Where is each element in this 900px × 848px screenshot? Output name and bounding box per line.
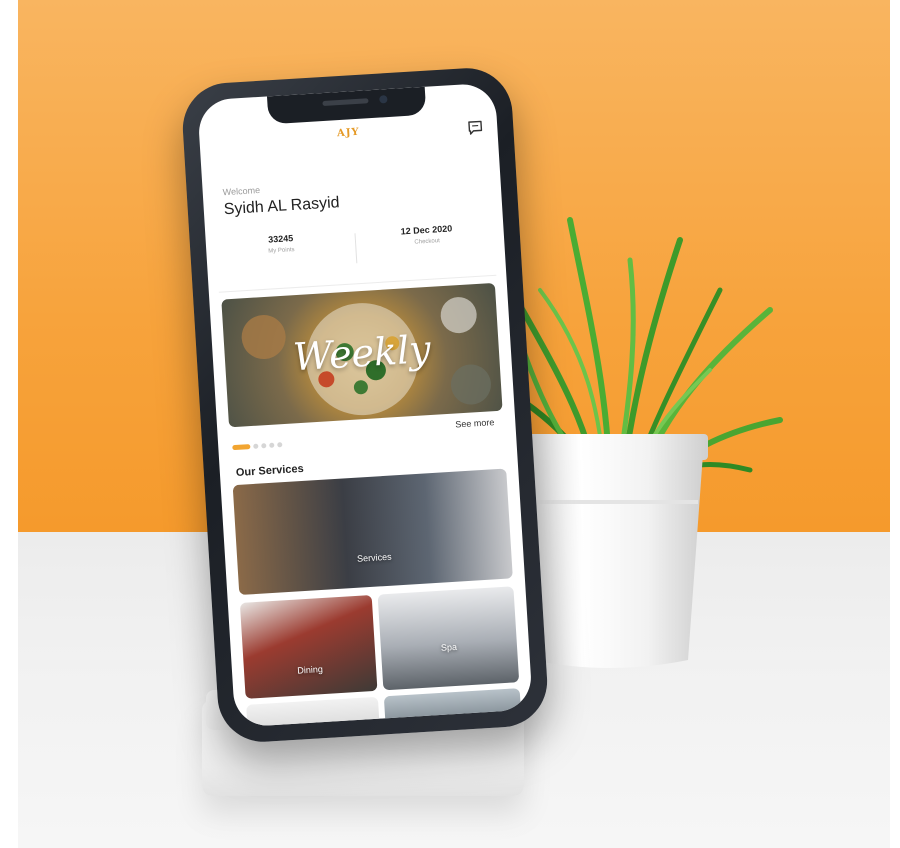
phone-frame: AJY Welcome Syidh AL Rasyid 33245 My Poi… — [180, 65, 550, 745]
service-tile-partial[interactable] — [383, 688, 522, 727]
dining-tile-label: Dining — [297, 664, 324, 676]
dining-tile[interactable]: Dining — [239, 594, 378, 699]
services-tile-label: Services — [356, 551, 392, 564]
carousel-dot[interactable] — [277, 442, 283, 448]
spa-tile[interactable]: Spa — [377, 586, 520, 691]
app-logo: AJY — [332, 127, 365, 151]
carousel-dot[interactable] — [269, 442, 275, 449]
app-logo-text: AJY — [336, 126, 360, 140]
checkout-stat: 12 Dec 2020 Checkout — [361, 221, 492, 249]
service-tile-partial[interactable] — [246, 696, 380, 728]
user-name: Syidh AL Rasyid — [223, 194, 341, 219]
speaker-grille — [322, 98, 369, 107]
stats-row: 33245 My Points 12 Dec 2020 Checkout — [216, 221, 496, 286]
spa-tile-label: Spa — [440, 641, 458, 653]
weekly-banner[interactable]: Weekly — [221, 282, 503, 428]
carousel-dot[interactable] — [253, 443, 259, 450]
carousel-dot[interactable] — [261, 443, 267, 449]
front-camera — [379, 95, 388, 104]
carousel-dot-active[interactable] — [232, 444, 251, 451]
points-stat: 33245 My Points — [216, 230, 347, 258]
welcome-label: Welcome — [222, 185, 261, 198]
services-tile[interactable]: Services — [232, 468, 513, 596]
stats-divider — [354, 233, 358, 264]
see-more-link[interactable]: See more — [455, 417, 495, 429]
services-title: Our Services — [235, 462, 305, 479]
chat-icon[interactable] — [467, 119, 484, 136]
carousel-dots — [232, 436, 285, 451]
phone-mockup: AJY Welcome Syidh AL Rasyid 33245 My Poi… — [180, 65, 550, 745]
phone-screen: AJY Welcome Syidh AL Rasyid 33245 My Poi… — [197, 82, 533, 728]
